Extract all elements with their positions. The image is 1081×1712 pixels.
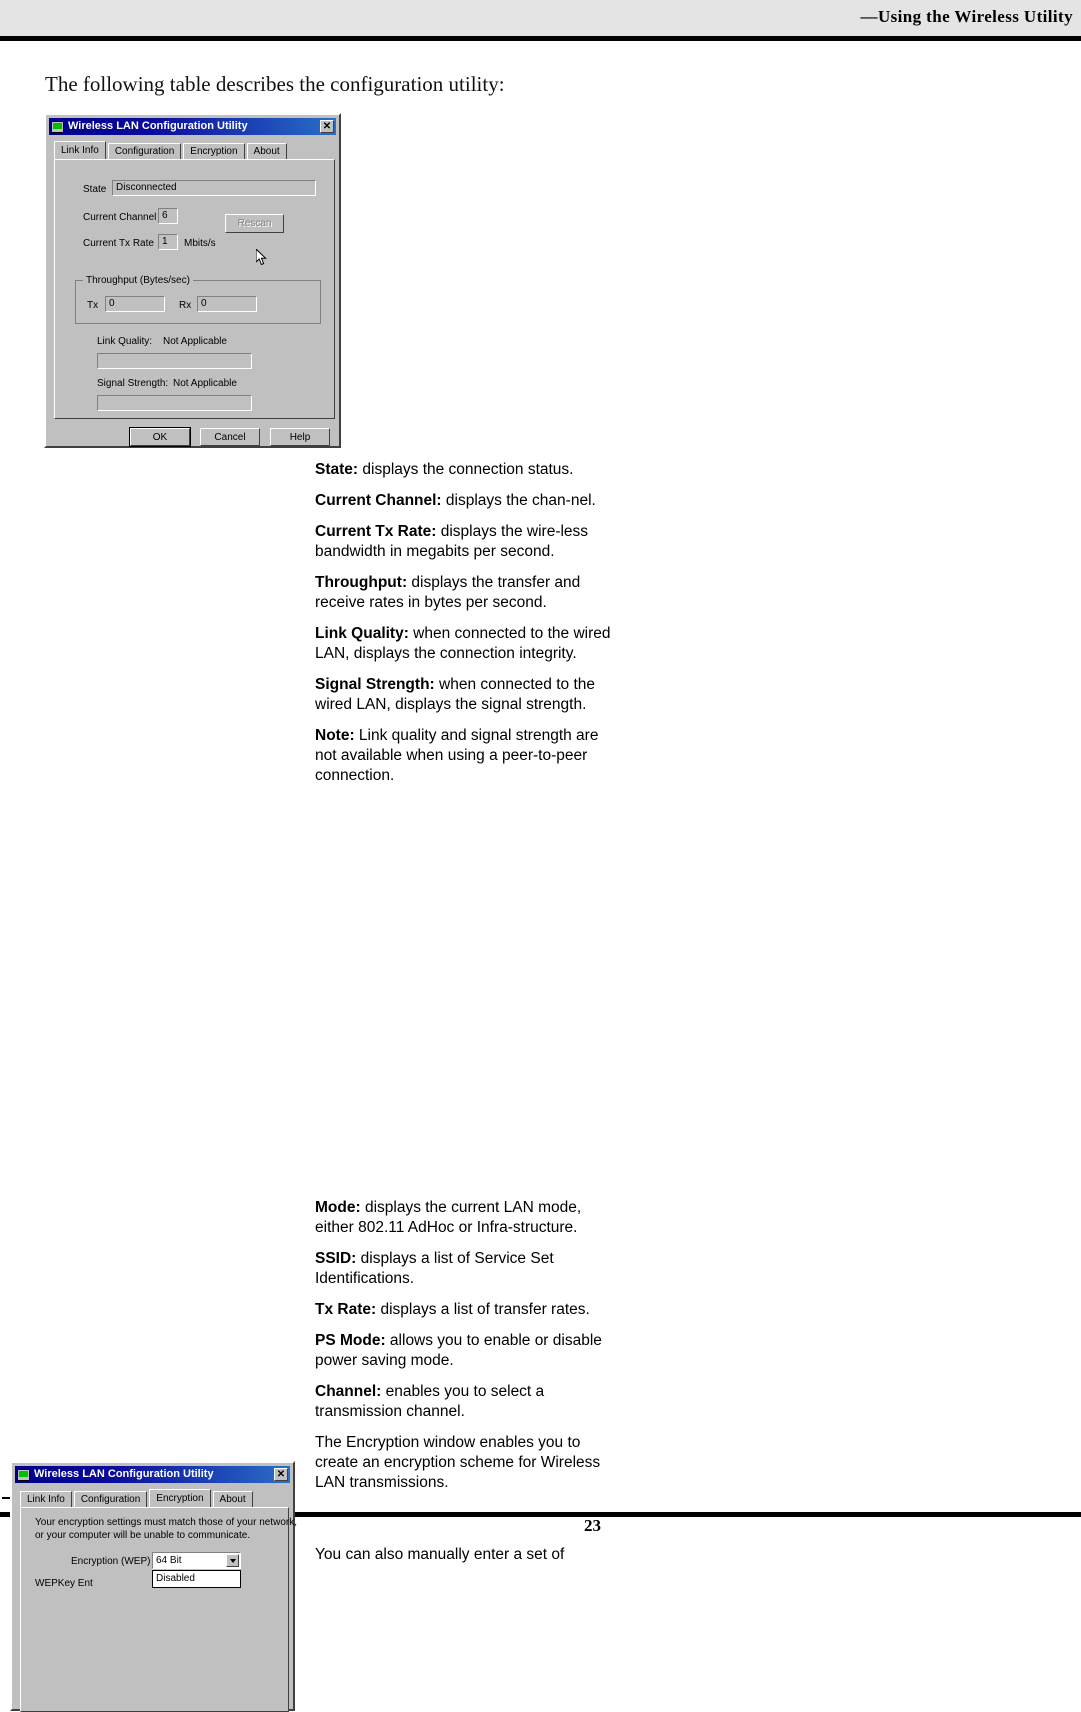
desc-text: You can also manually enter a set of	[315, 1546, 565, 1563]
tx-label: Tx	[87, 300, 99, 311]
rx-label: Rx	[179, 300, 192, 311]
desc-term: State:	[315, 461, 359, 478]
desc-item: Mode: displays the current LAN mode, eit…	[315, 1198, 615, 1238]
desc-item: Note: Link quality and signal strength a…	[315, 726, 615, 786]
dialog2-titlebar[interactable]: Wireless LAN Configuration Utility ✕	[15, 1466, 290, 1483]
tx-value: 0	[105, 296, 165, 312]
desc-item: State: displays the connection status.	[315, 460, 615, 480]
dialog2-tabpage: Your encryption settings must match thos…	[20, 1507, 297, 1712]
wep-select[interactable]: 64 Bit	[152, 1552, 241, 1569]
link-quality-bar	[97, 353, 252, 369]
cancel-button[interactable]: Cancel	[200, 428, 260, 446]
dialog1-tabpage: State Disconnected Current Channel 6 Cur…	[54, 159, 335, 419]
signal-strength-bar	[97, 395, 252, 411]
desc-term: PS Mode:	[315, 1332, 386, 1349]
desc-term: Current Tx Rate:	[315, 523, 437, 540]
desc-item: SSID: displays a list of Service Set Ide…	[315, 1249, 615, 1289]
desc-term: Link Quality:	[315, 625, 409, 642]
tab-about[interactable]: About	[246, 143, 287, 160]
wep-selected-value: 64 Bit	[156, 1554, 182, 1566]
dialog1-tabstrip: Link Info Configuration Encryption About	[54, 141, 289, 160]
wep-dropdown-option[interactable]: Disabled	[152, 1570, 241, 1588]
wepkey-label: WEPKey Ent	[35, 1578, 93, 1589]
ok-button[interactable]: OK	[129, 427, 191, 447]
link-quality-value: Not Applicable	[163, 336, 227, 347]
mouse-pointer-icon	[256, 249, 267, 266]
desc-item: PS Mode: allows you to enable or disable…	[315, 1331, 615, 1371]
tab-link-info[interactable]: Link Info	[54, 141, 106, 160]
dialog1-title: Wireless LAN Configuration Utility	[68, 121, 248, 132]
signal-strength-value: Not Applicable	[173, 378, 237, 389]
desc-text: Link quality and signal strength are not…	[315, 727, 599, 784]
rx-value: 0	[197, 296, 257, 312]
desc-term: Signal Strength:	[315, 676, 435, 693]
monitor-icon	[17, 1468, 30, 1481]
tab-configuration[interactable]: Configuration	[73, 1491, 148, 1508]
crop-tick-mark	[2, 1497, 10, 1499]
tab-about[interactable]: About	[212, 1491, 253, 1508]
tab-configuration[interactable]: Configuration	[107, 143, 182, 160]
desc-term: Current Channel:	[315, 492, 442, 509]
encryption-notice-line1: Your encryption settings must match thos…	[35, 1517, 297, 1528]
help-button[interactable]: Help	[270, 428, 330, 446]
current-channel-label: Current Channel	[83, 212, 157, 223]
page-number: 23	[584, 1516, 601, 1535]
desc-item: Link Quality: when connected to the wire…	[315, 624, 615, 664]
desc-text: displays the chan-nel.	[441, 492, 596, 509]
desc-term: Note:	[315, 727, 355, 744]
encryption-notice-line2: or your computer will be unable to commu…	[35, 1530, 251, 1541]
desc-text: displays a list of transfer rates.	[376, 1301, 590, 1318]
desc-term: SSID:	[315, 1250, 357, 1267]
tab-encryption[interactable]: Encryption	[149, 1489, 211, 1508]
wireless-utility-dialog-encryption: Wireless LAN Configuration Utility ✕ Lin…	[10, 1461, 297, 1712]
intro-sentence: The following table describes the config…	[45, 72, 505, 96]
current-tx-rate-value: 1	[158, 234, 178, 250]
state-label: State	[83, 184, 107, 195]
desc-item: Current Channel: displays the chan-nel.	[315, 491, 615, 511]
tab-encryption[interactable]: Encryption	[183, 143, 245, 160]
link-quality-label: Link Quality:	[97, 336, 153, 347]
current-tx-rate-units: Mbits/s	[184, 238, 216, 249]
chevron-down-icon[interactable]	[226, 1554, 239, 1567]
signal-strength-label: Signal Strength:	[97, 378, 169, 389]
current-channel-value: 6	[158, 208, 178, 224]
desc-item: The Encryption window enables you to cre…	[315, 1433, 615, 1493]
descriptions-bottom: Mode: displays the current LAN mode, eit…	[315, 1198, 615, 1504]
running-head: —Using the Wireless Utility	[860, 7, 1073, 26]
descriptions-bottom-continued: You can also manually enter a set of	[315, 1545, 615, 1576]
wep-label: Encryption (WEP)	[71, 1556, 151, 1567]
dialog1-titlebar[interactable]: Wireless LAN Configuration Utility ✕	[49, 118, 336, 135]
desc-term: Mode:	[315, 1199, 361, 1216]
desc-text: displays the connection status.	[358, 461, 574, 478]
throughput-group-label: Throughput (Bytes/sec)	[83, 275, 193, 286]
tab-link-info[interactable]: Link Info	[20, 1491, 72, 1508]
rescan-button[interactable]: Rescan	[225, 214, 284, 233]
close-icon[interactable]: ✕	[320, 120, 334, 133]
desc-item: Channel: enables you to select a transmi…	[315, 1382, 615, 1422]
desc-item: Throughput: displays the transfer and re…	[315, 573, 615, 613]
desc-item: You can also manually enter a set of	[315, 1545, 615, 1565]
state-value: Disconnected	[112, 180, 316, 196]
wireless-utility-dialog-link-info: Wireless LAN Configuration Utility ✕ Lin…	[44, 113, 341, 448]
monitor-icon	[51, 120, 64, 133]
header-rule	[0, 36, 1081, 41]
current-tx-rate-label: Current Tx Rate	[83, 238, 154, 249]
descriptions-top: State: displays the connection status. C…	[315, 460, 615, 797]
desc-item: Current Tx Rate: displays the wire-less …	[315, 522, 615, 562]
desc-item: Tx Rate: displays a list of transfer rat…	[315, 1300, 615, 1320]
dialog2-tabstrip: Link Info Configuration Encryption About	[20, 1489, 255, 1508]
desc-term: Throughput:	[315, 574, 408, 591]
desc-item: Signal Strength: when connected to the w…	[315, 675, 615, 715]
desc-term: Tx Rate:	[315, 1301, 377, 1318]
desc-text: The Encryption window enables you to cre…	[315, 1434, 601, 1491]
close-icon[interactable]: ✕	[274, 1468, 288, 1481]
dialog2-title: Wireless LAN Configuration Utility	[34, 1469, 214, 1480]
desc-term: Channel:	[315, 1383, 382, 1400]
